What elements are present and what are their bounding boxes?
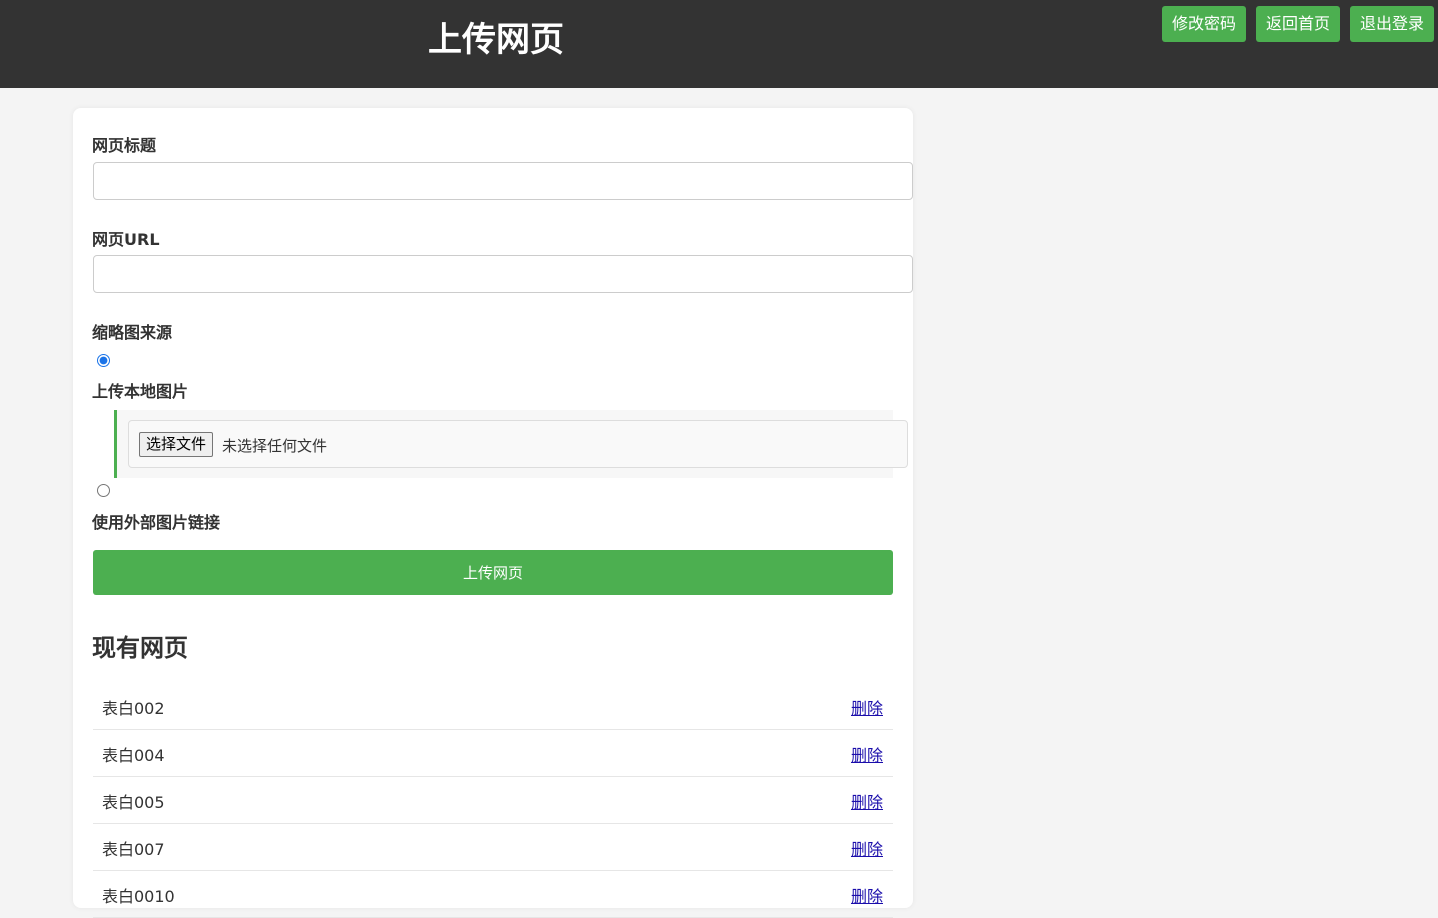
title-input[interactable] — [93, 162, 913, 200]
list-item: 表白005 删除 — [93, 777, 893, 824]
url-label: 网页URL — [92, 230, 160, 249]
delete-link[interactable]: 删除 — [851, 742, 883, 766]
thumbnail-source-label: 缩略图来源 — [92, 323, 173, 342]
change-password-button[interactable]: 修改密码 — [1162, 6, 1247, 42]
file-status-text: 未选择任何文件 — [222, 437, 328, 455]
url-input[interactable] — [93, 255, 913, 293]
list-item: 表白0010 删除 — [93, 871, 893, 918]
choose-file-button[interactable]: 选择文件 — [139, 432, 214, 457]
list-item: 表白007 删除 — [93, 824, 893, 871]
existing-pages-title: 现有网页 — [92, 634, 188, 662]
delete-link[interactable]: 删除 — [851, 789, 883, 813]
logout-button[interactable]: 退出登录 — [1350, 6, 1435, 42]
page-name: 表白004 — [102, 746, 165, 765]
delete-link[interactable]: 删除 — [851, 836, 883, 860]
radio-local-image[interactable] — [97, 354, 110, 367]
existing-pages-list: 表白002 删除 表白004 删除 表白005 删除 表白007 删除 表白00… — [93, 683, 893, 918]
upload-page-button[interactable]: 上传网页 — [93, 550, 893, 595]
external-link-option-label: 使用外部图片链接 — [92, 513, 221, 532]
title-label: 网页标题 — [92, 136, 157, 155]
delete-link[interactable]: 删除 — [851, 695, 883, 719]
top-bar: 上传网页 修改密码 返回首页 退出登录 — [0, 0, 1438, 88]
file-input[interactable]: 选择文件 未选择任何文件 — [128, 420, 908, 468]
radio-external-link[interactable] — [97, 484, 110, 497]
page-name: 表白002 — [102, 699, 165, 718]
list-item: 表白002 删除 — [93, 683, 893, 730]
back-home-button[interactable]: 返回首页 — [1256, 6, 1341, 42]
file-upload-panel: 选择文件 未选择任何文件 — [114, 410, 908, 478]
list-item: 表白004 删除 — [93, 730, 893, 777]
page-name: 表白007 — [102, 840, 165, 859]
upload-form-card: 网页标题 网页URL 缩略图来源 上传本地图片 选择文件 未选择任何文件 使用外… — [73, 108, 913, 918]
local-image-option-label: 上传本地图片 — [92, 382, 189, 401]
page-name: 表白005 — [102, 793, 165, 812]
page-title: 上传网页 — [428, 20, 564, 60]
